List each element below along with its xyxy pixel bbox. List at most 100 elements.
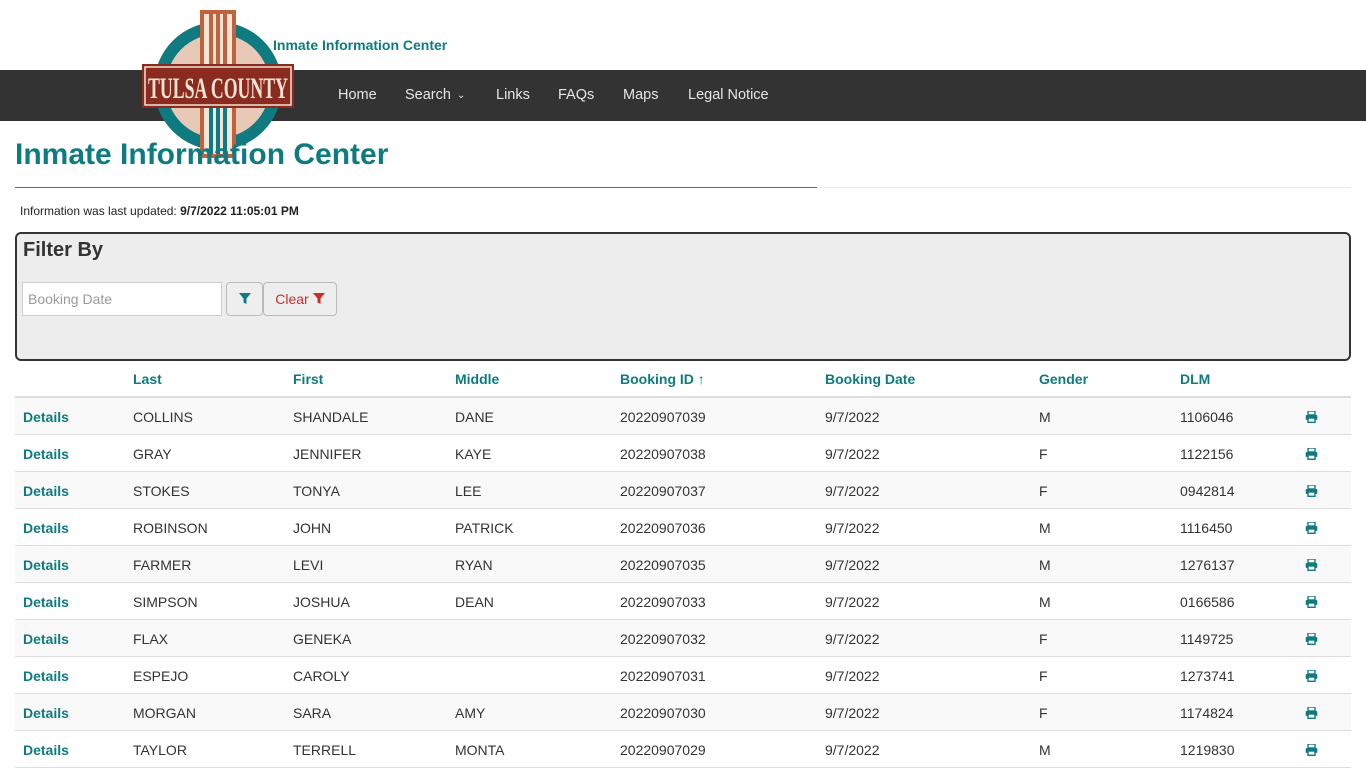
booking-date-cell: 9/7/2022 [825, 594, 880, 610]
nav-maps[interactable]: Maps [623, 70, 658, 121]
booking-date-cell: 9/7/2022 [825, 742, 880, 758]
col-middle[interactable]: Middle [455, 371, 499, 387]
booking-id-cell: 20220907029 [620, 742, 706, 758]
page-title: Inmate Information Center [15, 138, 389, 171]
print-icon[interactable] [1305, 410, 1318, 428]
clear-filter-button[interactable]: Clear [263, 282, 337, 316]
gender-cell: F [1039, 668, 1048, 684]
nav-legal-notice[interactable]: Legal Notice [688, 70, 769, 121]
last-updated-label: Information was last updated: [20, 204, 177, 218]
details-link[interactable]: Details [23, 705, 69, 721]
details-link[interactable]: Details [23, 557, 69, 573]
print-icon[interactable] [1305, 558, 1318, 576]
dlm-cell: 1219830 [1180, 742, 1235, 758]
first-name-cell: SHANDALE [293, 409, 369, 425]
details-link[interactable]: Details [23, 631, 69, 647]
dlm-cell: 1122156 [1180, 446, 1234, 462]
booking-date-cell: 9/7/2022 [825, 631, 880, 647]
booking-id-cell: 20220907037 [620, 483, 706, 499]
last-name-cell: ESPEJO [133, 668, 189, 684]
first-name-cell: SARA [293, 705, 332, 721]
print-icon[interactable] [1305, 595, 1318, 613]
table-row: Details COLLINS SHANDALE DANE 20220907039 9/7… [15, 398, 1351, 435]
last-name-cell: FLAX [133, 631, 169, 647]
col-booking-date[interactable]: Booking Date [825, 371, 915, 387]
table-row: Details STOKES TONYA LEE 20220907037 9/7/2022… [15, 472, 1351, 509]
details-link[interactable]: Details [23, 483, 69, 499]
first-name-cell: JENNIFER [293, 446, 362, 462]
nav-links[interactable]: Links [496, 70, 530, 121]
last-name-cell: ROBINSON [133, 520, 208, 536]
table-row: Details ESPEJO CAROLY 20220907031 9/7/2022 F 1… [15, 657, 1351, 694]
site-subtitle[interactable]: Inmate Information Center [273, 37, 447, 53]
apply-filter-button[interactable] [226, 282, 263, 316]
dlm-cell: 1174824 [1180, 705, 1234, 721]
middle-name-cell: RYAN [455, 557, 493, 573]
first-name-cell: TONYA [293, 483, 340, 499]
col-gender[interactable]: Gender [1039, 371, 1088, 387]
logo-text: TULSA COUNTY [148, 72, 288, 105]
print-icon[interactable] [1305, 484, 1318, 502]
booking-date-input[interactable] [22, 282, 222, 316]
booking-date-cell: 9/7/2022 [825, 520, 880, 536]
nav-home[interactable]: Home [338, 70, 377, 121]
nav-search[interactable]: Search ⌄ [405, 70, 465, 121]
gender-cell: M [1039, 557, 1051, 573]
first-name-cell: GENEKA [293, 631, 352, 647]
details-link[interactable]: Details [23, 742, 69, 758]
dlm-cell: 0942814 [1180, 483, 1235, 499]
booking-id-cell: 20220907038 [620, 446, 706, 462]
table-row: Details TAYLOR TERRELL MONTA 20220907029 9/7/… [15, 731, 1351, 768]
booking-id-cell: 20220907035 [620, 557, 706, 573]
filter-panel: Filter By Clear [15, 232, 1351, 361]
nav-faqs[interactable]: FAQs [558, 70, 594, 121]
title-divider-light [817, 187, 1351, 188]
middle-name-cell: AMY [455, 705, 486, 721]
col-booking-id[interactable]: Booking ID ↑ [620, 371, 705, 387]
table-row: Details SIMPSON JOSHUA DEAN 20220907033 9/7/2… [15, 583, 1351, 620]
gender-cell: F [1039, 446, 1048, 462]
booking-id-cell: 20220907036 [620, 520, 706, 536]
gender-cell: F [1039, 483, 1048, 499]
last-name-cell: FARMER [133, 557, 192, 573]
last-name-cell: COLLINS [133, 409, 193, 425]
print-icon[interactable] [1305, 669, 1318, 687]
print-icon[interactable] [1305, 743, 1318, 761]
booking-date-cell: 9/7/2022 [825, 557, 880, 573]
last-name-cell: GRAY [133, 446, 172, 462]
gender-cell: F [1039, 705, 1048, 721]
booking-date-cell: 9/7/2022 [825, 705, 880, 721]
table-row: Details ROBINSON JOHN PATRICK 20220907036 9/7… [15, 509, 1351, 546]
dlm-cell: 0166586 [1180, 594, 1235, 610]
col-dlm[interactable]: DLM [1180, 371, 1210, 387]
details-link[interactable]: Details [23, 409, 69, 425]
middle-name-cell: KAYE [455, 446, 492, 462]
booking-id-cell: 20220907031 [620, 668, 706, 684]
last-name-cell: TAYLOR [133, 742, 187, 758]
dlm-cell: 1149725 [1180, 631, 1234, 647]
print-icon[interactable] [1305, 521, 1318, 539]
col-last[interactable]: Last [133, 371, 162, 387]
last-name-cell: STOKES [133, 483, 190, 499]
col-first[interactable]: First [293, 371, 323, 387]
nav-search-label: Search [405, 87, 451, 103]
booking-id-cell: 20220907032 [620, 631, 706, 647]
first-name-cell: JOHN [293, 520, 332, 536]
booking-id-cell: 20220907033 [620, 594, 706, 610]
details-link[interactable]: Details [23, 594, 69, 610]
details-link[interactable]: Details [23, 668, 69, 684]
details-link[interactable]: Details [23, 446, 69, 462]
print-icon[interactable] [1305, 632, 1318, 650]
first-name-cell: LEVI [293, 557, 324, 573]
last-updated-value: 9/7/2022 11:05:01 PM [180, 204, 299, 218]
print-icon[interactable] [1305, 447, 1318, 465]
table-row: Details GRAY JENNIFER KAYE 20220907038 9/7/20… [15, 435, 1351, 472]
last-name-cell: MORGAN [133, 705, 196, 721]
gender-cell: F [1039, 631, 1048, 647]
print-icon[interactable] [1305, 706, 1318, 724]
details-link[interactable]: Details [23, 520, 69, 536]
clear-label: Clear [275, 291, 309, 307]
first-name-cell: TERRELL [293, 742, 357, 758]
middle-name-cell: DEAN [455, 594, 494, 610]
last-updated: Information was last updated: 9/7/2022 1… [20, 204, 299, 218]
